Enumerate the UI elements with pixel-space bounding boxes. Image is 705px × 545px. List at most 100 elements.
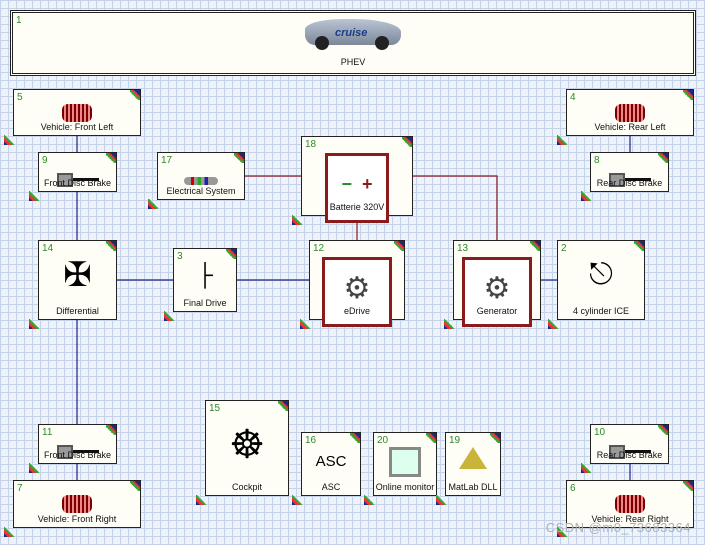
properties-corner-icon[interactable] — [106, 153, 116, 163]
block-number: 5 — [17, 92, 23, 103]
properties-corner-icon[interactable] — [683, 481, 693, 491]
properties-corner-icon[interactable] — [402, 137, 412, 147]
block-number: 15 — [209, 403, 221, 414]
block-batterie-320v[interactable]: 18 − + Batterie 320V — [292, 136, 413, 225]
electrical-connection[interactable] — [413, 175, 498, 240]
block-label: 4 cylinder ICE — [572, 306, 630, 316]
block-vehicle-rear-left[interactable]: 4 Vehicle: Rear Left — [557, 89, 694, 145]
connector-corner-icon[interactable] — [4, 135, 14, 145]
properties-corner-icon[interactable] — [106, 425, 116, 435]
block-differential[interactable]: 14 ✠ Differential — [29, 240, 117, 329]
connector-corner-icon[interactable] — [444, 319, 454, 329]
block-label: Generator — [476, 306, 518, 316]
properties-corner-icon[interactable] — [658, 425, 668, 435]
final-drive-icon: ├ — [197, 262, 213, 287]
block-4-cylinder-ice[interactable]: 2 ⎋ 4 cylinder ICE — [548, 240, 645, 329]
connector-corner-icon[interactable] — [436, 495, 446, 505]
block-label: Rear Disc Brake — [596, 450, 663, 460]
connector-corner-icon[interactable] — [29, 191, 39, 201]
block-rear-disc-brake[interactable]: 10 Rear Disc Brake — [581, 424, 669, 473]
block-vehicle-front-right[interactable]: 7 Vehicle: Front Right — [4, 480, 141, 537]
block-label: eDrive — [343, 306, 370, 316]
block-cockpit[interactable]: 15 ☸ Cockpit — [196, 400, 289, 505]
block-front-disc-brake[interactable]: 11 Front Disc Brake — [29, 424, 117, 473]
properties-corner-icon[interactable] — [106, 241, 116, 251]
block-label: Differential — [56, 306, 99, 316]
block-label: MatLab DLL — [448, 482, 498, 492]
properties-corner-icon[interactable] — [226, 249, 236, 259]
block-number: 8 — [594, 155, 600, 166]
block-matlab-dll[interactable]: 19 MatLab DLL — [436, 432, 501, 505]
block-number: 10 — [594, 427, 606, 438]
block-online-monitor[interactable]: 20 Online monitor — [364, 432, 437, 505]
block-number: 19 — [449, 435, 461, 446]
connector-corner-icon[interactable] — [292, 215, 302, 225]
block-rear-disc-brake[interactable]: 8 Rear Disc Brake — [581, 152, 669, 201]
properties-corner-icon[interactable] — [234, 153, 244, 163]
properties-corner-icon[interactable] — [683, 90, 693, 100]
block-number: 3 — [177, 251, 183, 262]
block-number: 20 — [377, 435, 389, 446]
connector-corner-icon[interactable] — [29, 463, 39, 473]
block-label: Front Disc Brake — [43, 178, 112, 188]
block-label: Cockpit — [231, 482, 262, 492]
block-front-disc-brake[interactable]: 9 Front Disc Brake — [29, 152, 117, 201]
connector-corner-icon[interactable] — [148, 199, 158, 209]
block-number: 13 — [457, 243, 469, 254]
block-edrive[interactable]: 12 ⚙ eDrive — [300, 240, 405, 329]
properties-corner-icon[interactable] — [490, 433, 500, 443]
block-number: 17 — [161, 155, 173, 166]
connector-corner-icon[interactable] — [29, 319, 39, 329]
block-final-drive[interactable]: 3 ├ Final Drive — [164, 248, 237, 321]
connector-corner-icon[interactable] — [292, 495, 302, 505]
model-canvas[interactable]: 1 cruise PHEV 5 Vehicle: Front Left 4 Ve… — [0, 0, 705, 545]
differential-icon: ✠ — [63, 256, 92, 294]
car-logo-icon: cruise — [305, 19, 401, 50]
connector-corner-icon[interactable] — [300, 319, 310, 329]
block-label: Front Disc Brake — [43, 450, 112, 460]
connector-corner-icon[interactable] — [557, 135, 567, 145]
block-number: 7 — [17, 483, 23, 494]
block-label: Final Drive — [183, 298, 227, 308]
block-label: Vehicle: Front Left — [40, 122, 114, 132]
connector-corner-icon[interactable] — [581, 191, 591, 201]
block-electrical-system[interactable]: 17 Electrical System — [148, 152, 245, 209]
properties-corner-icon[interactable] — [130, 90, 140, 100]
properties-corner-icon[interactable] — [278, 401, 288, 411]
block-generator[interactable]: 13 ⚙ Generator — [444, 240, 541, 329]
block-number: 9 — [42, 155, 48, 166]
connector-corner-icon[interactable] — [364, 495, 374, 505]
block-number: 2 — [561, 243, 567, 254]
connector-corner-icon[interactable] — [4, 527, 14, 537]
asc-icon: ASC — [315, 453, 347, 470]
properties-corner-icon[interactable] — [658, 153, 668, 163]
properties-corner-icon[interactable] — [634, 241, 644, 251]
block-vehicle-front-left[interactable]: 5 Vehicle: Front Left — [4, 89, 141, 145]
properties-corner-icon[interactable] — [530, 241, 540, 251]
vehicle-block-phev[interactable]: 1 cruise PHEV — [10, 10, 696, 76]
block-number: 12 — [313, 243, 325, 254]
connector-corner-icon[interactable] — [196, 495, 206, 505]
block-number: 1 — [16, 15, 22, 26]
connector-corner-icon[interactable] — [548, 319, 558, 329]
block-label: Online monitor — [375, 482, 435, 492]
properties-corner-icon[interactable] — [350, 433, 360, 443]
block-number: 16 — [305, 435, 317, 446]
piston-icon: ⎋ — [589, 258, 613, 291]
connector-corner-icon[interactable] — [164, 311, 174, 321]
block-number: 4 — [570, 92, 576, 103]
block-number: 6 — [570, 483, 576, 494]
block-label: Vehicle: Rear Left — [594, 122, 666, 132]
properties-corner-icon[interactable] — [394, 241, 404, 251]
properties-corner-icon[interactable] — [130, 481, 140, 491]
block-asc[interactable]: 16 ASC ASC — [292, 432, 361, 505]
matlab-icon — [446, 447, 500, 475]
block-label: Electrical System — [166, 186, 236, 196]
connector-corner-icon[interactable] — [581, 463, 591, 473]
block-number: 18 — [305, 139, 317, 150]
block-number: 14 — [42, 243, 54, 254]
vehicle-label: PHEV — [340, 57, 366, 67]
properties-corner-icon[interactable] — [426, 433, 436, 443]
block-label: Vehicle: Front Right — [37, 514, 117, 524]
block-label: Rear Disc Brake — [596, 178, 663, 188]
